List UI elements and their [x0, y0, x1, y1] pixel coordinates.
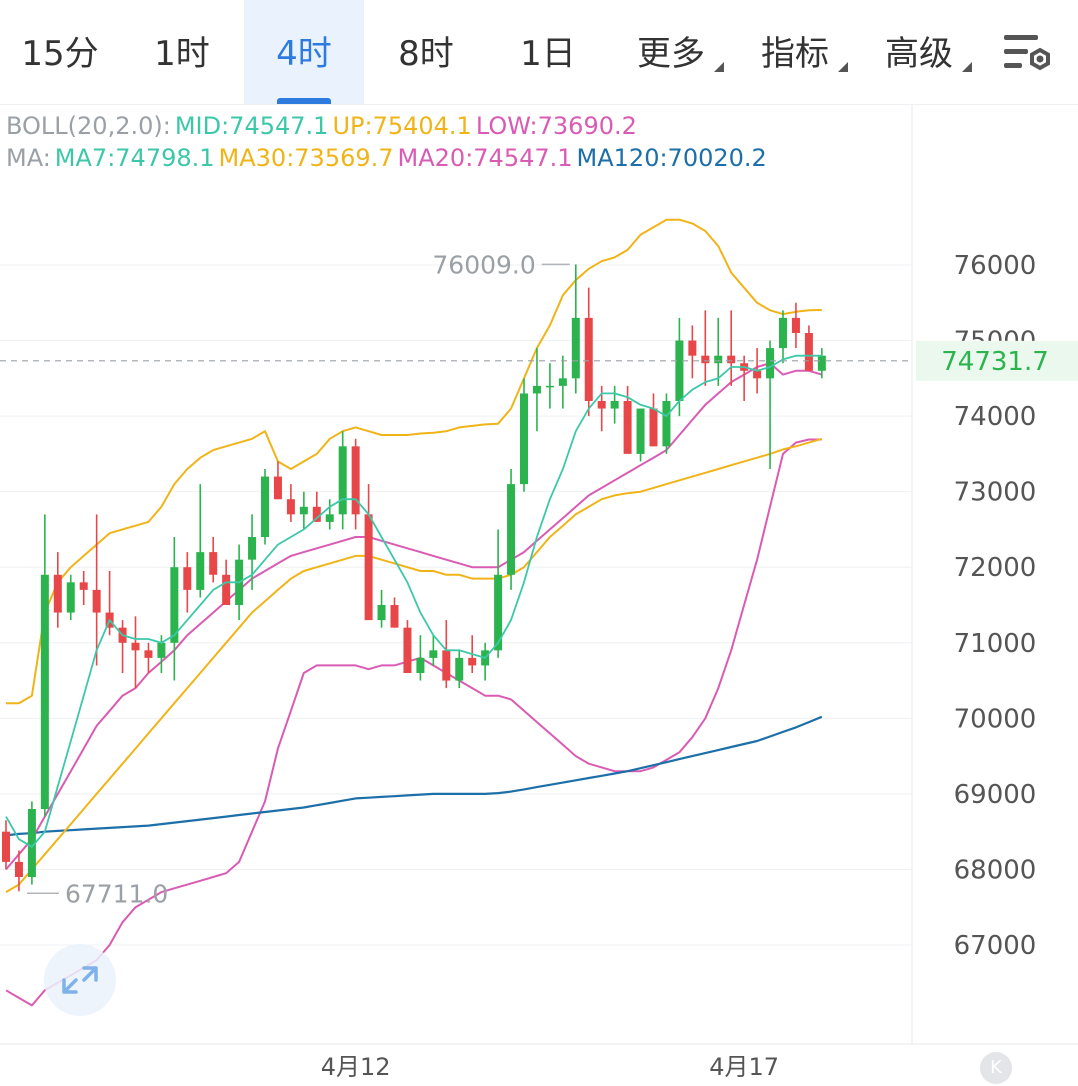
- ma120-line: [5, 715, 823, 837]
- candle-body: [196, 552, 205, 590]
- candle-body: [507, 484, 516, 575]
- candle-body: [804, 333, 813, 371]
- candle-body: [416, 657, 425, 673]
- candle-body: [791, 317, 800, 333]
- candle-body: [131, 642, 140, 651]
- candle-body: [325, 514, 334, 522]
- chart-settings-icon[interactable]: [1000, 30, 1058, 80]
- boll-up-line: [6, 218, 822, 705]
- boll-low-line: [5, 438, 822, 1007]
- candle-body: [377, 605, 386, 621]
- tab-1h[interactable]: 1时: [122, 0, 242, 104]
- y-tick-label: 67000: [954, 931, 1037, 961]
- candle-body: [144, 650, 153, 658]
- more-caret-icon: [714, 62, 724, 72]
- last-price-label: 74731.7: [941, 347, 1049, 377]
- candle-body: [338, 446, 347, 515]
- candle-body: [403, 627, 412, 673]
- candle-body: [532, 385, 541, 394]
- candle-body: [649, 408, 658, 447]
- candle-body: [261, 476, 269, 537]
- candle-body: [766, 348, 775, 379]
- low-marker-label: 67711.0: [65, 879, 168, 908]
- candle-body: [79, 582, 88, 590]
- candle-body: [157, 642, 166, 658]
- high-marker-label: 76009.0: [432, 250, 535, 279]
- candle-body: [636, 408, 645, 454]
- candle-body: [273, 476, 282, 500]
- candle-body: [558, 378, 567, 386]
- x-tick-label: 4月17: [709, 1053, 779, 1081]
- candlestick-chart[interactable]: 67000 68000 69000 70000 71000 72000 73000 74000…: [0, 104, 1078, 1086]
- candle-body: [183, 567, 192, 590]
- candle-body: [727, 355, 736, 364]
- candle-body: [248, 537, 257, 560]
- k-line-toggle-button[interactable]: K: [980, 1052, 1012, 1084]
- tab-1d[interactable]: 1日: [488, 0, 608, 104]
- candle-body: [14, 861, 23, 877]
- tab-indicators[interactable]: 指标: [742, 0, 848, 104]
- candle-body: [222, 574, 231, 605]
- candle-body: [299, 506, 308, 515]
- indicators-caret-icon: [838, 62, 848, 72]
- y-tick-label: 72000: [954, 553, 1037, 583]
- candle-body: [584, 317, 593, 401]
- candle-body: [623, 401, 632, 454]
- candle-body: [286, 499, 295, 515]
- candle-body: [2, 831, 10, 862]
- ma7-line: [5, 354, 822, 848]
- candle-body: [66, 582, 75, 613]
- candle-body: [688, 340, 697, 356]
- timeframe-tab-bar: 15分 1时 4时 8时 1日 更多 指标 高级: [0, 0, 1078, 105]
- candle-body: [209, 552, 218, 575]
- candle-body: [571, 317, 580, 379]
- candle-body: [429, 650, 438, 658]
- candle-body: [468, 657, 477, 666]
- candle-body: [455, 657, 464, 681]
- y-tick-label: 69000: [954, 780, 1037, 810]
- candle-body: [442, 650, 451, 681]
- y-tick-label: 70000: [954, 704, 1037, 734]
- candle-body: [40, 574, 49, 809]
- candle-body: [351, 446, 360, 515]
- tab-8h[interactable]: 8时: [366, 0, 486, 104]
- ma30-line: [5, 437, 823, 893]
- tab-15min[interactable]: 15分: [0, 0, 120, 104]
- candle-body: [92, 589, 101, 613]
- expand-chart-icon[interactable]: [44, 944, 116, 1016]
- candle-body: [753, 370, 762, 379]
- candle-body: [662, 401, 671, 447]
- candle-body: [610, 401, 619, 409]
- advanced-caret-icon: [962, 62, 972, 72]
- candle-body: [520, 393, 528, 485]
- y-tick-label: 74000: [954, 402, 1037, 432]
- candle-body: [545, 385, 554, 388]
- candle-body: [597, 401, 606, 409]
- candle-body: [53, 574, 62, 613]
- tab-advanced[interactable]: 高级: [866, 0, 972, 104]
- y-tick-label: 73000: [954, 478, 1037, 508]
- candle-body: [701, 355, 710, 364]
- y-tick-label: 68000: [954, 855, 1037, 885]
- y-tick-label: 76000: [954, 251, 1037, 281]
- tab-more[interactable]: 更多: [618, 0, 724, 104]
- y-tick-label: 71000: [954, 629, 1037, 659]
- x-tick-label: 4月12: [321, 1053, 391, 1081]
- candle-body: [714, 355, 723, 364]
- candle-body: [817, 355, 826, 371]
- candle-body: [675, 340, 684, 401]
- tab-4h[interactable]: 4时: [244, 0, 364, 104]
- candle-body: [364, 514, 373, 621]
- candle-body: [779, 317, 787, 349]
- candle-body: [390, 605, 399, 628]
